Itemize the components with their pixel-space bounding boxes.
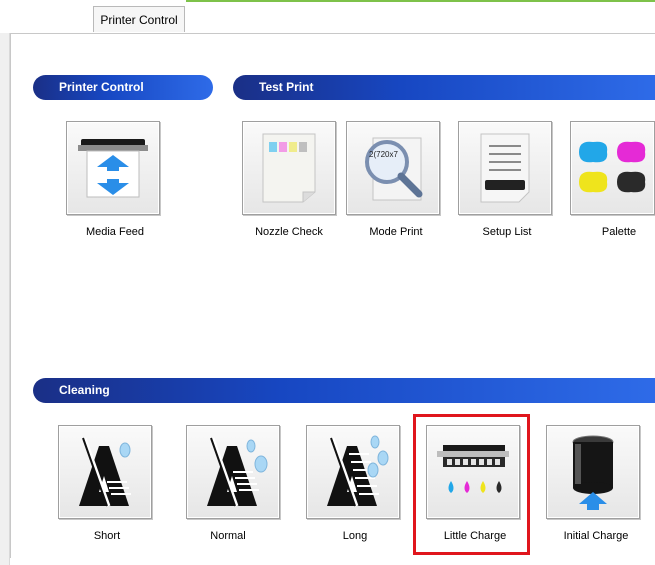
initial-charge-icon — [572, 435, 614, 510]
section-title: Printer Control — [59, 80, 144, 94]
nozzle-check-button[interactable] — [242, 121, 336, 215]
document-icon — [480, 133, 530, 203]
section-test-print: Test Print — [233, 75, 655, 100]
section-title: Cleaning — [59, 383, 110, 397]
magnifier-icon — [365, 137, 423, 201]
clean-short-icon — [79, 437, 131, 507]
long-label: Long — [342, 530, 368, 542]
initial-charge-label: Initial Charge — [563, 530, 629, 542]
selection-highlight — [413, 414, 530, 555]
section-printer-control: Printer Control — [33, 75, 213, 100]
short-clean-button[interactable] — [58, 425, 152, 519]
tab-printer-control[interactable]: Printer Control — [93, 6, 185, 32]
media-feed-icon — [78, 139, 148, 198]
initial-charge-button[interactable] — [546, 425, 640, 519]
nozzle-check-label: Nozzle Check — [255, 226, 323, 238]
nozzle-check-icon — [262, 133, 316, 203]
clean-long-icon — [327, 435, 389, 507]
long-clean-button[interactable] — [306, 425, 400, 519]
mode-print-icon-text: 2(720x7 — [369, 150, 398, 159]
left-gutter — [0, 33, 10, 565]
media-feed-button[interactable] — [66, 121, 160, 215]
section-cleaning: Cleaning — [33, 378, 655, 403]
palette-icon — [578, 141, 645, 193]
mode-print-label: Mode Print — [369, 226, 423, 238]
clean-normal-icon — [207, 437, 268, 507]
mode-print-button[interactable]: 2(720x7 — [346, 121, 440, 215]
setup-list-label: Setup List — [482, 226, 532, 238]
palette-label: Palette — [601, 226, 637, 238]
normal-label: Normal — [210, 530, 246, 542]
palette-button[interactable] — [570, 121, 655, 215]
normal-clean-button[interactable] — [186, 425, 280, 519]
media-feed-label: Media Feed — [85, 226, 145, 238]
accent-line — [186, 0, 655, 2]
setup-list-button[interactable] — [458, 121, 552, 215]
short-label: Short — [93, 530, 121, 542]
section-title: Test Print — [259, 80, 314, 94]
